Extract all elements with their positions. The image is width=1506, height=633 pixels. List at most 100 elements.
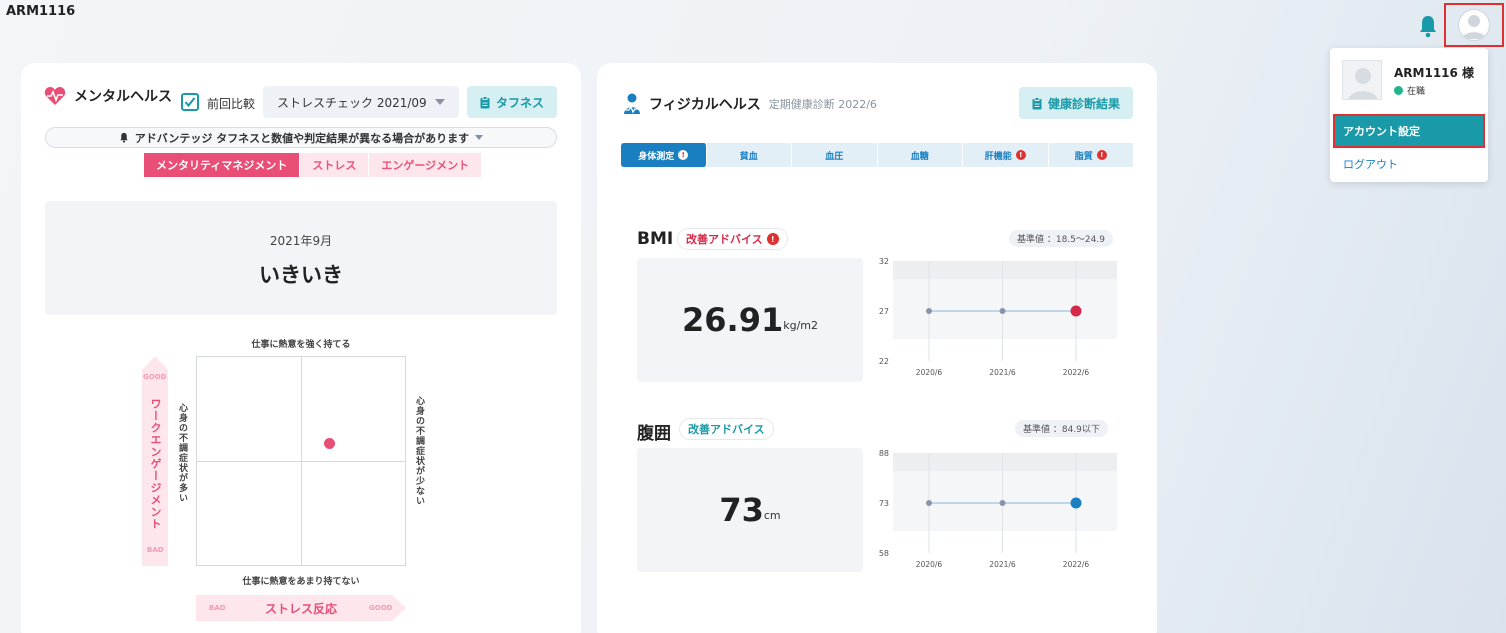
clipboard-icon [1032,96,1042,109]
mental-health-title: メンタルヘルス [74,89,172,105]
notice-text: アドバンテッジ タフネスと数値や判定結果が異なる場合があります [134,131,470,145]
y-good-label: GOOD [143,373,167,381]
user-icon [1348,68,1378,99]
alert-icon: ! [1096,150,1107,160]
chevron-down-icon [435,99,445,105]
bell-icon[interactable] [1418,14,1438,38]
bmi-reference: 基準値 ：18.5～24.9 [1009,230,1113,247]
period-select-value: ストレスチェック 2021/09 [277,96,427,110]
popup-status-label: 在職 [1407,87,1426,97]
result-word: いきいき [259,263,343,287]
physical-tabs: 身体測定! 貧血 血圧 血糖 肝機能! 脂質! [621,143,1133,167]
bmi-title: BMI [637,229,674,249]
compare-label: 前回比較 [207,97,256,111]
chart-xtick-label: 2022/6 [1063,368,1090,377]
tab-engagement[interactable]: エンゲージメント [369,153,482,177]
bmi-unit: kg/m2 [783,318,818,332]
tab-mentality-management[interactable]: メンタリティマネジメント [144,153,300,177]
chart-ytick-label: 32 [879,257,889,266]
tab-label: 血圧 [825,151,844,162]
quad-right-label: 心身の不調症状が少ない [414,396,424,506]
heart-pulse-icon [44,87,66,105]
account-settings-label: アカウント設定 [1335,116,1483,146]
logout-link[interactable]: ログアウト [1343,156,1398,172]
waist-advice-label: 改善アドバイス [688,423,765,436]
quad-top-label: 仕事に熱意を強く持てる [251,340,351,350]
chart-xtick-label: 2022/6 [1063,560,1090,569]
result-date: 2021年9月 [269,234,333,248]
tab-body-measurement[interactable]: 身体測定! [621,143,707,167]
check-icon [184,97,196,108]
bell-small-icon [120,132,128,143]
quad-result-dot [324,438,335,449]
result-box: 2021年9月 いきいき [45,201,557,315]
tab-label: 身体測定 [638,151,675,162]
physical-health-title: フィジカルヘルス [649,97,761,113]
notice-bar[interactable]: アドバンテッジ タフネスと数値や判定結果が異なる場合があります [45,127,557,148]
popup-user-name: ARM1116 様 [1394,66,1475,80]
tab-lipids[interactable]: 脂質! [1049,143,1134,167]
waist-reference: 基準値 ：84.9以下 [1015,420,1108,437]
avatar [1458,9,1490,41]
bmi-chart: 32 27 22 2020/6 2021/6 2022/6 [879,257,1117,377]
tab-stress[interactable]: ストレス [300,153,369,177]
chart-upper-band [893,453,1117,471]
person-health-icon [624,93,640,114]
alert-icon: ! [1015,150,1026,160]
y-axis-label: ワークエンゲージメント [149,398,162,530]
waist-value-box: 73 cm [637,448,863,572]
user-menu-popup: ARM1116 様 在職 アカウント設定 ログアウト [1330,48,1488,182]
popup-status: 在職 [1394,84,1425,97]
chart-lower-band [893,531,1117,553]
toughness-label: タフネス [495,95,544,110]
status-dot [1394,86,1403,95]
popup-avatar [1342,60,1382,100]
waist-advice-button[interactable]: 改善アドバイス [679,418,774,440]
chart-data-point [1070,305,1082,317]
waist-title: 腹囲 [637,424,671,444]
exam-result-button[interactable]: 健康診断結果 [1019,87,1133,119]
quad-horizontal-divider [197,461,405,462]
tab-blood-sugar[interactable]: 血糖 [878,143,963,167]
mental-tabs: メンタリティマネジメント ストレス エンゲージメント [144,153,482,177]
exam-result-label: 健康診断結果 [1047,96,1120,111]
quadrant-chart [196,356,406,566]
physical-health-header: フィジカルヘルス 定期健康診断 2022/6 [623,93,877,115]
compare-checkbox[interactable] [181,93,199,111]
clipboard-icon [480,95,490,108]
caret-down-icon [475,135,484,140]
quad-bottom-label: 仕事に熱意をあまり持てない [242,577,360,587]
tab-label: 肝機能 [984,151,1012,162]
physical-health-card: フィジカルヘルス 定期健康診断 2022/6 健康診断結果 身体測定! 貧血 血… [597,63,1157,633]
tab-label: 血糖 [910,151,929,162]
user-menu-button[interactable] [1444,3,1504,47]
chart-xtick-label: 2021/6 [989,560,1016,569]
period-select[interactable]: ストレスチェック 2021/09 [263,86,459,118]
alert-icon: ! [766,233,779,245]
tab-label: 貧血 [739,151,758,162]
quad-left-label: 心身の不調症状が多い [177,403,187,503]
mental-health-card: メンタルヘルス 前回比較 ストレスチェック 2021/09 タフネス アドバンテ… [21,63,581,633]
chart-ytick-label: 73 [879,499,889,508]
toughness-button[interactable]: タフネス [467,86,557,118]
tab-anemia[interactable]: 貧血 [707,143,792,167]
chart-ytick-label: 22 [879,357,889,366]
bmi-advice-button[interactable]: 改善アドバイス ! [677,228,788,250]
waist-chart: 88 73 58 2020/6 2021/6 2022/6 [879,449,1117,569]
chart-xtick-label: 2020/6 [916,368,943,377]
chart-data-point [926,500,932,506]
chart-ytick-label: 88 [879,449,889,458]
chart-data-point [926,308,932,314]
physical-health-subtitle: 定期健康診断 2022/6 [768,98,877,111]
tab-liver-function[interactable]: 肝機能! [963,143,1049,167]
tab-blood-pressure[interactable]: 血圧 [792,143,878,167]
waist-value: 73 [719,491,764,529]
account-settings-button[interactable]: アカウント設定 [1333,114,1485,148]
chart-ytick-label: 27 [879,307,889,316]
chart-lower-band [893,339,1117,361]
x-axis-label: ストレス反応 [264,602,337,616]
app-id: ARM1116 [6,4,76,19]
chart-upper-band [893,261,1117,279]
chart-data-point [999,500,1006,506]
y-bad-label: BAD [147,546,164,554]
